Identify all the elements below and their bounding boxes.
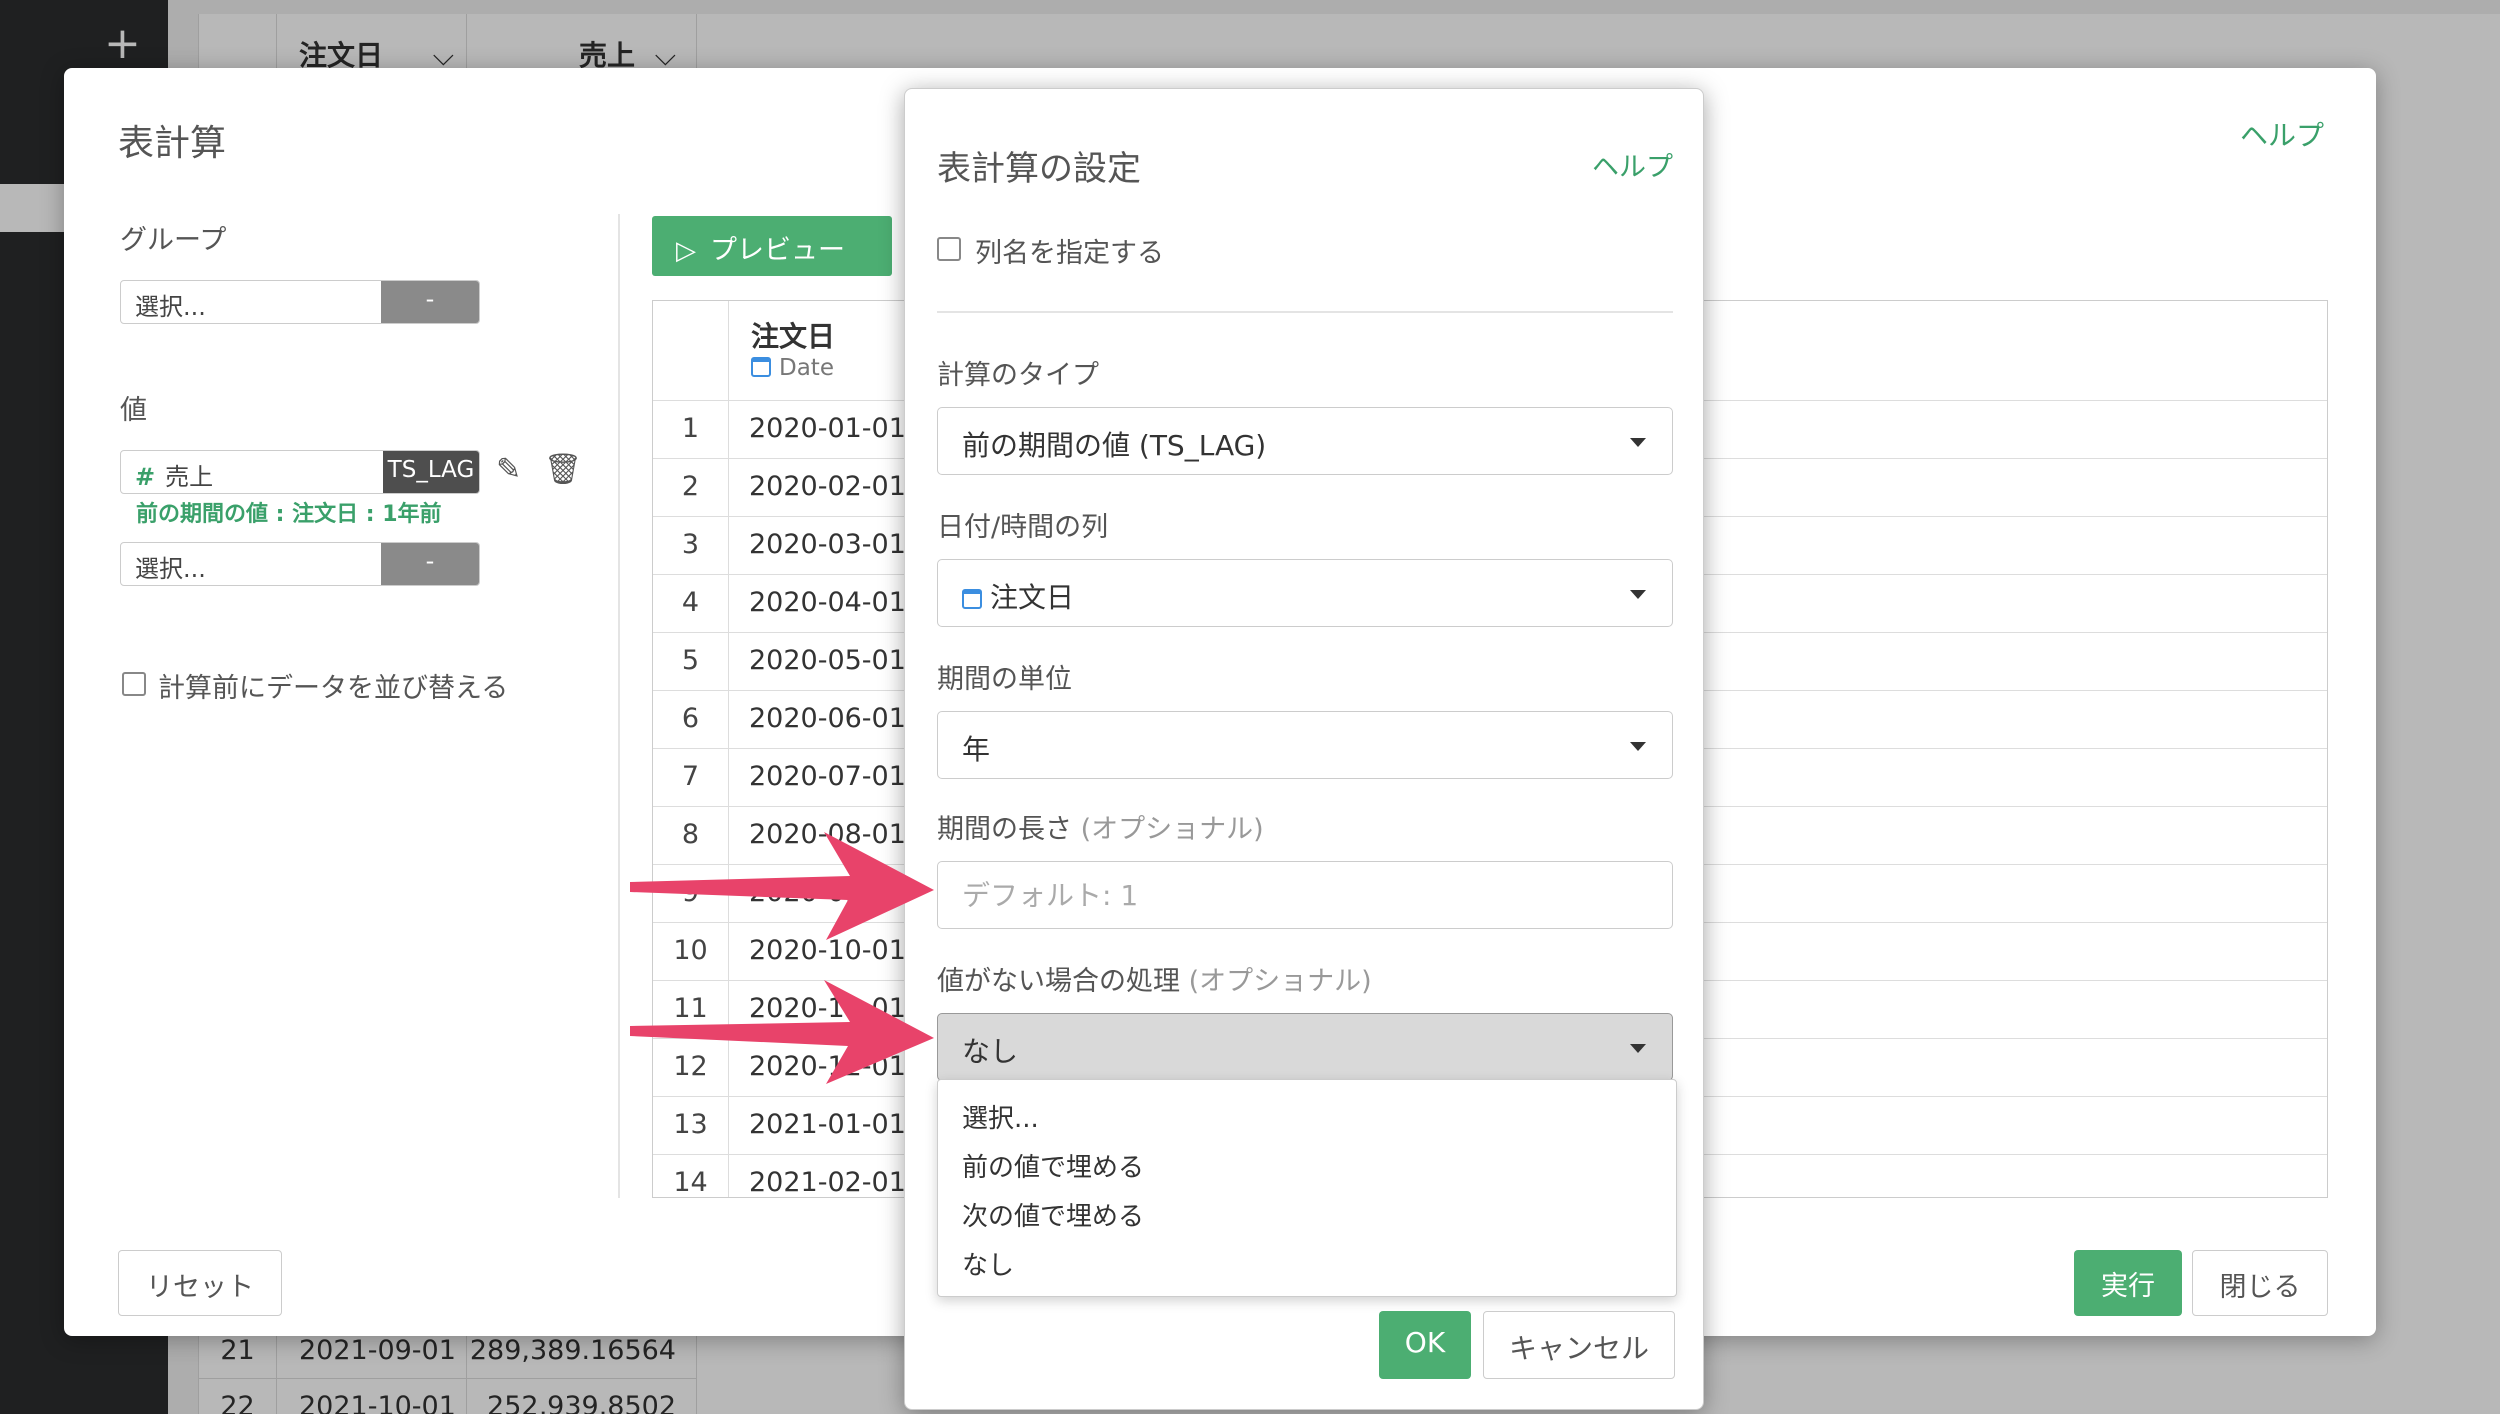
- date-cell: 2020-02-01: [749, 471, 906, 502]
- row-number: 11: [653, 981, 729, 1039]
- group-label: グループ: [120, 225, 227, 256]
- row-number: 8: [653, 807, 729, 865]
- date-cell: 2021-02-01: [749, 1167, 906, 1198]
- value-combo-empty: 選択... -: [120, 542, 480, 586]
- date-cell: 2021-01-01: [749, 1109, 906, 1140]
- edit-icon[interactable]: ✎: [496, 452, 521, 487]
- date-column-select[interactable]: 注文日: [937, 559, 1673, 627]
- missing-value-label: 値がない場合の処理 (オプショナル): [937, 966, 1372, 997]
- table-corner: [653, 301, 729, 401]
- row-number: 13: [653, 1097, 729, 1155]
- divider: [937, 311, 1673, 313]
- period-length-label: 期間の長さ (オプショナル): [937, 814, 1264, 845]
- help-link[interactable]: ヘルプ: [2240, 114, 2324, 154]
- group-remove-button[interactable]: -: [381, 281, 479, 323]
- caret-down-icon: [1630, 1044, 1646, 1053]
- value-combo: # 売上 TS_LAG: [120, 450, 480, 494]
- date-cell: 2020-01-01: [749, 413, 906, 444]
- calculation-settings-dialog: 表計算の設定 ヘルプ 列名を指定する 計算のタイプ 前の期間の値 (TS_LAG…: [904, 88, 1704, 1410]
- reset-button[interactable]: リセット: [118, 1250, 282, 1316]
- date-cell: 2020-09-01: [749, 877, 906, 908]
- date-cell: 2020-04-01: [749, 587, 906, 618]
- divider: [618, 214, 620, 1198]
- caret-down-icon: [1630, 590, 1646, 599]
- menu-item-none[interactable]: なし: [938, 1237, 1676, 1286]
- settings-title: 表計算の設定: [937, 149, 1141, 189]
- sort-checkbox-label: 計算前にデータを並び替える: [158, 673, 509, 704]
- row-number: 7: [653, 749, 729, 807]
- caret-down-icon: [1630, 438, 1646, 447]
- cancel-button[interactable]: キャンセル: [1483, 1311, 1675, 1379]
- column-type: Date: [751, 355, 834, 381]
- missing-value-select[interactable]: なし: [937, 1013, 1673, 1081]
- run-button[interactable]: 実行: [2074, 1250, 2182, 1316]
- dialog-title: 表計算: [118, 123, 227, 164]
- number-type-icon: #: [135, 463, 156, 491]
- row-number: 4: [653, 575, 729, 633]
- date-cell: 2020-12-01: [749, 1051, 906, 1082]
- date-cell: 2020-07-01: [749, 761, 906, 792]
- value-label: 値: [120, 395, 147, 426]
- period-unit-label: 期間の単位: [937, 664, 1072, 695]
- caret-down-icon: [1630, 742, 1646, 751]
- trash-icon[interactable]: 🗑: [544, 452, 582, 487]
- calendar-icon: [751, 357, 771, 377]
- row-number: 9: [653, 865, 729, 923]
- column-name-checkbox-label: 列名を指定する: [975, 238, 1164, 269]
- date-cell: 2020-06-01: [749, 703, 906, 734]
- calc-type-select[interactable]: 前の期間の値 (TS_LAG): [937, 407, 1673, 475]
- period-length-input[interactable]: [937, 861, 1673, 929]
- row-number: 1: [653, 401, 729, 459]
- ok-button[interactable]: OK: [1379, 1311, 1471, 1379]
- menu-item-fill-next[interactable]: 次の値で埋める: [938, 1188, 1676, 1237]
- value-field[interactable]: # 売上: [121, 451, 383, 493]
- sort-checkbox[interactable]: [122, 672, 146, 696]
- value-remove-button[interactable]: -: [381, 543, 479, 585]
- period-unit-select[interactable]: 年: [937, 711, 1673, 779]
- row-number: 10: [653, 923, 729, 981]
- column-name-checkbox[interactable]: [937, 237, 961, 261]
- group-select[interactable]: 選択...: [121, 281, 381, 323]
- calc-type-label: 計算のタイプ: [937, 360, 1099, 391]
- value-select[interactable]: 選択...: [121, 543, 381, 585]
- close-button[interactable]: 閉じる: [2192, 1250, 2328, 1316]
- date-cell: 2020-10-01: [749, 935, 906, 966]
- menu-item-fill-previous[interactable]: 前の値で埋める: [938, 1139, 1676, 1188]
- menu-item-select[interactable]: 選択...: [938, 1090, 1676, 1139]
- value-calculation-note: 前の期間の値 : 注文日 : 1年前: [136, 502, 442, 527]
- missing-value-dropdown-menu: 選択... 前の値で埋める 次の値で埋める なし: [937, 1079, 1677, 1297]
- row-number: 14: [653, 1155, 729, 1197]
- date-cell: 2020-08-01: [749, 819, 906, 850]
- row-number: 3: [653, 517, 729, 575]
- row-number: 6: [653, 691, 729, 749]
- date-cell: 2020-11-01: [749, 993, 906, 1024]
- calendar-icon: [962, 589, 982, 609]
- row-number: 12: [653, 1039, 729, 1097]
- row-number: 2: [653, 459, 729, 517]
- preview-button[interactable]: ▷ プレビュー: [652, 216, 892, 276]
- date-cell: 2020-03-01: [749, 529, 906, 560]
- settings-help-link[interactable]: ヘルプ: [1592, 145, 1673, 184]
- value-function-badge[interactable]: TS_LAG: [383, 451, 479, 493]
- row-number: 5: [653, 633, 729, 691]
- date-column-label: 日付/時間の列: [937, 512, 1109, 543]
- date-cell: 2020-05-01: [749, 645, 906, 676]
- play-icon: ▷: [676, 236, 696, 266]
- group-combo: 選択... -: [120, 280, 480, 324]
